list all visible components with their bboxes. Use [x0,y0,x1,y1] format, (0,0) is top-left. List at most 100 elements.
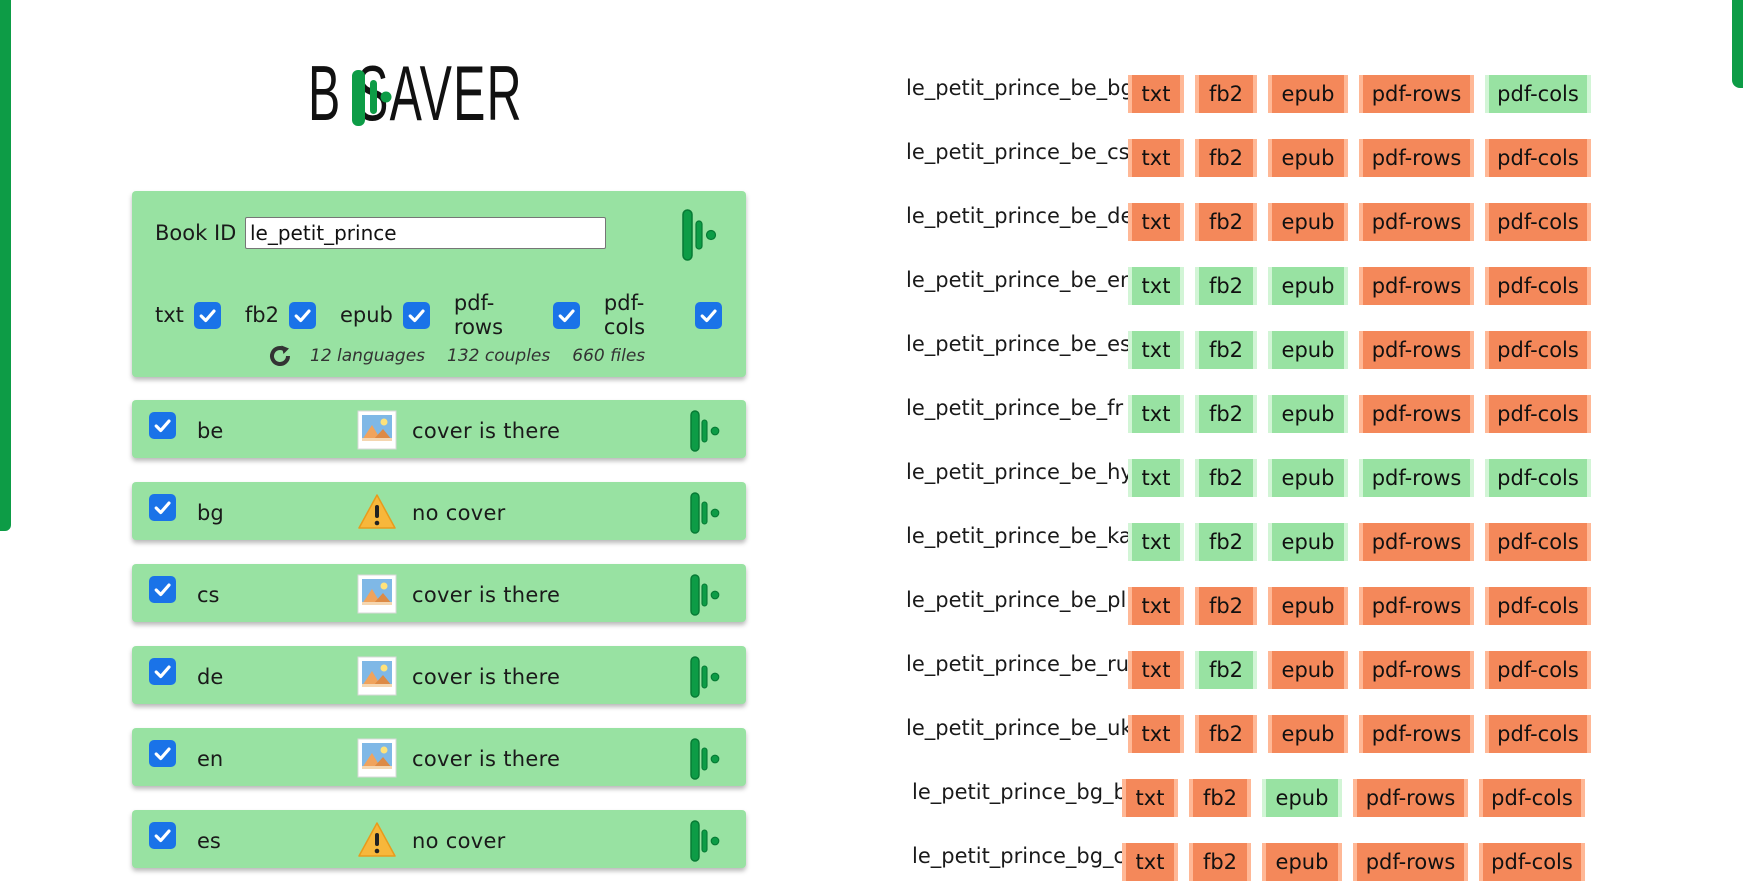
language-checkbox[interactable] [149,740,176,767]
format-tag-fb2[interactable]: fb2 [1195,139,1257,177]
format-tag-fb2[interactable]: fb2 [1195,75,1257,113]
format-tag-fb2[interactable]: fb2 [1189,779,1251,817]
format-tag-pdf-rows[interactable]: pdf-rows [1359,267,1474,305]
format-tag-txt[interactable]: txt [1128,395,1184,433]
format-label: txt [155,303,184,327]
format-tag-fb2[interactable]: fb2 [1195,715,1257,753]
language-checkbox[interactable] [149,494,176,521]
format-tag-txt[interactable]: txt [1122,779,1178,817]
format-tag-txt[interactable]: txt [1128,203,1184,241]
format-tag-txt[interactable]: txt [1128,139,1184,177]
format-checkbox-epub[interactable] [402,301,430,329]
format-tag-epub[interactable]: epub [1268,139,1348,177]
format-tag-pdf-rows[interactable]: pdf-rows [1353,843,1468,881]
checkmark-icon [154,419,171,433]
checkmark-icon [199,309,216,322]
format-tag-pdf-cols[interactable]: pdf-cols [1485,523,1591,561]
book-id-input[interactable] [245,217,606,249]
format-tag-txt[interactable]: txt [1128,267,1184,305]
save-language-button[interactable] [689,819,723,867]
format-tag-pdf-rows[interactable]: pdf-rows [1359,75,1474,113]
format-tag-pdf-cols[interactable]: pdf-cols [1485,75,1591,113]
language-checkbox[interactable] [149,412,176,439]
format-tag-pdf-rows[interactable]: pdf-rows [1359,395,1474,433]
format-tag-pdf-cols[interactable]: pdf-cols [1479,843,1585,881]
language-checkbox[interactable] [149,822,176,849]
image-icon [357,574,397,618]
save-language-button[interactable] [689,491,723,539]
format-tag-txt[interactable]: txt [1128,715,1184,753]
format-tag-pdf-cols[interactable]: pdf-cols [1485,267,1591,305]
format-tag-epub[interactable]: epub [1268,331,1348,369]
left-scrollbar[interactable] [0,0,11,531]
format-checkbox-fb2[interactable] [289,301,316,329]
cover-status: no cover [412,501,506,525]
format-tag-pdf-cols[interactable]: pdf-cols [1485,651,1591,689]
format-tag-fb2[interactable]: fb2 [1195,651,1257,689]
format-tag-fb2[interactable]: fb2 [1195,395,1257,433]
format-tag-epub[interactable]: epub [1268,459,1348,497]
save-language-button[interactable] [689,737,723,785]
format-tag-epub[interactable]: epub [1268,267,1348,305]
format-tag-epub[interactable]: epub [1268,715,1348,753]
format-tag-pdf-rows[interactable]: pdf-rows [1359,139,1474,177]
format-tag-fb2[interactable]: fb2 [1195,523,1257,561]
logo-mark-icon [352,70,392,126]
format-tag-txt[interactable]: txt [1122,843,1178,881]
format-tag-fb2[interactable]: fb2 [1195,459,1257,497]
format-tag-txt[interactable]: txt [1128,523,1184,561]
format-tag-txt[interactable]: txt [1128,331,1184,369]
file-row: le_petit_prince_be_bg txt fb2 epub pdf-rows p… [906,74,1602,114]
save-language-button[interactable] [689,409,723,457]
format-tag-epub[interactable]: epub [1268,651,1348,689]
format-checkbox-pdf-cols[interactable] [695,301,722,329]
file-row: le_petit_prince_be_ru txt fb2 epub pdf-rows p… [906,650,1602,690]
format-tag-txt[interactable]: txt [1128,75,1184,113]
checkmark-icon [154,747,171,761]
format-tag-fb2[interactable]: fb2 [1195,267,1257,305]
format-tag-txt[interactable]: txt [1128,587,1184,625]
format-tag-pdf-rows[interactable]: pdf-rows [1359,459,1474,497]
format-tag-pdf-cols[interactable]: pdf-cols [1485,395,1591,433]
refresh-icon[interactable] [267,343,293,369]
language-checkbox[interactable] [149,576,176,603]
format-tag-fb2[interactable]: fb2 [1195,203,1257,241]
format-tag-epub[interactable]: epub [1268,203,1348,241]
format-tag-epub[interactable]: epub [1262,843,1342,881]
save-language-button[interactable] [689,655,723,703]
right-scrollbar[interactable] [1732,0,1743,88]
file-row: le_petit_prince_be_hy txt fb2 epub pdf-rows p… [906,458,1602,498]
format-tag-fb2[interactable]: fb2 [1189,843,1251,881]
format-tag-pdf-rows[interactable]: pdf-rows [1359,651,1474,689]
format-tag-fb2[interactable]: fb2 [1195,587,1257,625]
checkmark-icon [294,309,311,322]
format-tag-pdf-cols[interactable]: pdf-cols [1485,139,1591,177]
save-language-button[interactable] [689,573,723,621]
format-tag-pdf-cols[interactable]: pdf-cols [1479,779,1585,817]
format-tag-fb2[interactable]: fb2 [1195,331,1257,369]
save-all-button[interactable] [680,207,720,267]
format-tag-pdf-rows[interactable]: pdf-rows [1359,331,1474,369]
format-tag-pdf-cols[interactable]: pdf-cols [1485,715,1591,753]
format-tag-epub[interactable]: epub [1268,75,1348,113]
format-tag-epub[interactable]: epub [1268,395,1348,433]
format-tag-epub[interactable]: epub [1268,523,1348,561]
format-tag-txt[interactable]: txt [1128,651,1184,689]
format-tag-txt[interactable]: txt [1128,459,1184,497]
files-count: 660 files [572,346,646,366]
format-tag-pdf-cols[interactable]: pdf-cols [1485,203,1591,241]
format-tag-pdf-rows[interactable]: pdf-rows [1359,203,1474,241]
format-tag-epub[interactable]: epub [1262,779,1342,817]
format-checkbox-txt[interactable] [193,301,221,329]
format-tag-pdf-rows[interactable]: pdf-rows [1353,779,1468,817]
format-tag-pdf-cols[interactable]: pdf-cols [1485,331,1591,369]
format-tag-pdf-rows[interactable]: pdf-rows [1359,715,1474,753]
format-tag-pdf-cols[interactable]: pdf-cols [1485,459,1591,497]
format-checkbox-pdf-rows[interactable] [552,301,580,329]
language-checkbox[interactable] [149,658,176,685]
format-tag-pdf-rows[interactable]: pdf-rows [1359,523,1474,561]
format-tag-epub[interactable]: epub [1268,587,1348,625]
warning-icon [357,492,397,536]
format-tag-pdf-cols[interactable]: pdf-cols [1485,587,1591,625]
format-tag-pdf-rows[interactable]: pdf-rows [1359,587,1474,625]
